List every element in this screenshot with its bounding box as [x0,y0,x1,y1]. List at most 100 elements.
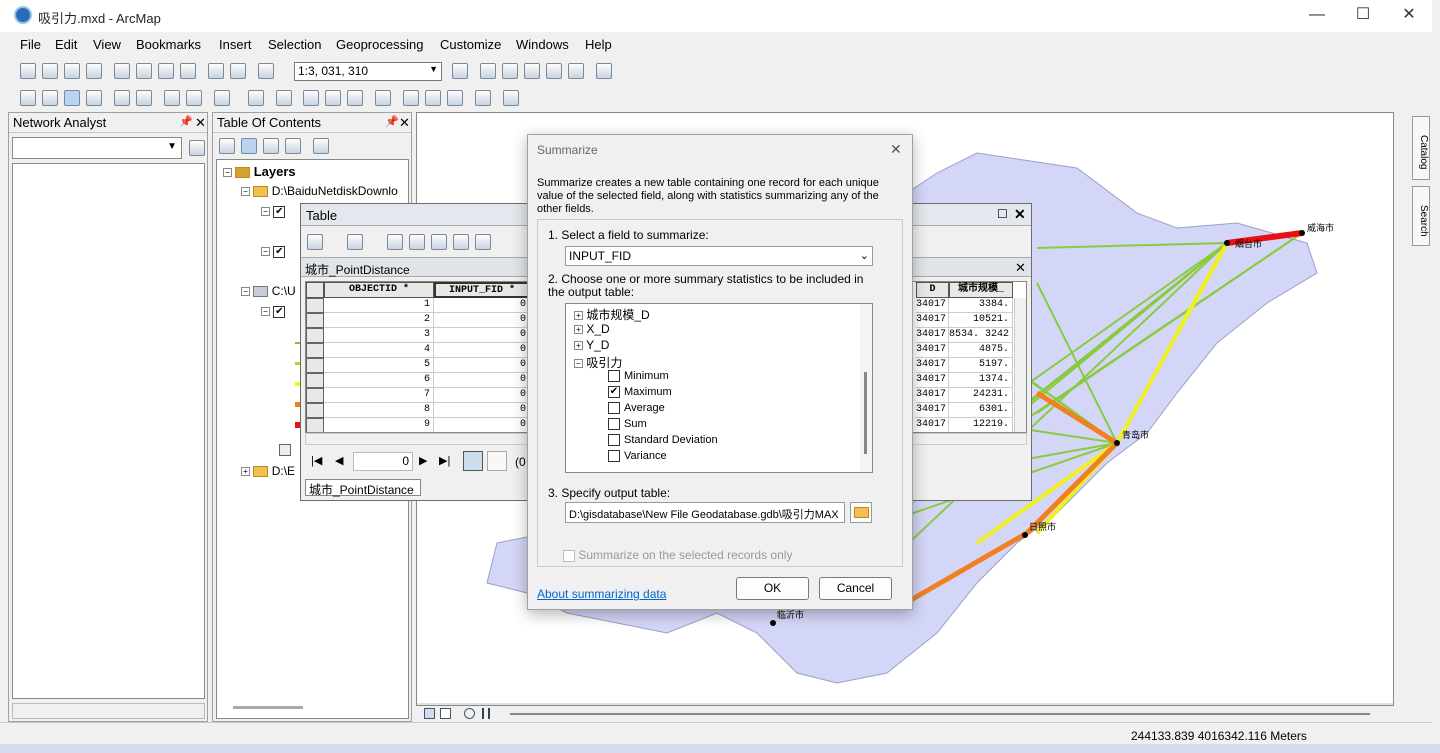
output-table-input[interactable]: D:\gisdatabase\New File Geodatabase.gdb\… [565,502,845,523]
column-header-input-fid[interactable]: INPUT_FID * [434,282,530,298]
cancel-button[interactable]: Cancel [819,577,892,600]
cell-input-fid[interactable]: 0 [434,343,530,358]
table-vertical-scrollbar[interactable] [1014,298,1026,432]
next-record-icon[interactable]: ▶ [419,454,427,467]
cell-input-fid[interactable]: 0 [434,418,530,432]
maximize-icon[interactable]: ☐ [997,207,1008,221]
toc-scrollbar[interactable] [233,706,303,709]
selected-records-checkbox[interactable] [563,549,575,562]
minimize-icon[interactable]: — [1294,4,1340,28]
select-by-attributes-icon[interactable] [387,234,403,250]
collapse-icon[interactable]: − [261,307,270,317]
collapse-icon[interactable]: − [223,168,232,178]
layer-node[interactable]: − ✔ [261,304,286,318]
print-icon[interactable] [86,63,102,79]
data-view-icon[interactable] [424,708,435,719]
add-data-icon[interactable] [258,63,274,79]
cell-objectid[interactable]: 7 [324,388,434,403]
menu-bookmarks[interactable]: Bookmarks [136,37,201,52]
statistics-tree[interactable]: + 城市规模_D + X_D + Y_D − 吸引力 Minimum ✔ Maxim… [565,303,873,473]
stat-option-variance[interactable]: Variance [608,450,667,463]
row-selector[interactable] [306,403,324,418]
stat-option-minimum[interactable]: Minimum [608,370,669,383]
fixed-zoom-in-icon[interactable] [114,90,130,106]
folder-node[interactable]: + D:\E [241,464,295,478]
cell-objectid[interactable]: 3 [324,328,434,343]
collapse-icon[interactable]: − [261,207,270,217]
network-analyst-scrollbar[interactable] [12,703,205,719]
cell-objectid[interactable]: 4 [324,343,434,358]
stat-option-average[interactable]: Average [608,402,665,415]
cell-d[interactable]: 34017 [916,298,949,313]
ok-button[interactable]: OK [736,577,809,600]
stat-checkbox[interactable] [608,450,620,463]
cell-input-fid[interactable]: 0 [434,298,530,313]
field-node-attraction[interactable]: − 吸引力 [574,354,622,371]
layers-node[interactable]: − Layers [223,164,296,179]
cell-d[interactable]: 34017 [916,403,949,418]
stat-option-sum[interactable]: Sum [608,418,647,431]
field-node-city-scale[interactable]: + 城市规模_D [574,306,650,323]
select-elements-icon[interactable] [276,90,292,106]
table-bottom-tab[interactable]: 城市_PointDistance [305,479,421,497]
about-summarizing-link[interactable]: About summarizing data [537,587,666,601]
cell-city-scale[interactable]: 3384. 49405 [949,298,1013,324]
close-icon[interactable]: ✕ [1386,4,1432,28]
cell-city-scale[interactable]: 8534. 3242 [949,328,1013,343]
undo-icon[interactable] [208,63,224,79]
viewer-icon[interactable] [503,90,519,106]
row-selector[interactable] [306,358,324,373]
cell-city-scale[interactable]: 4875. 99620 [949,343,1013,369]
select-features-icon[interactable] [214,90,230,106]
close-icon[interactable]: ✕ [890,141,902,158]
cell-d[interactable]: 34017 [916,388,949,403]
list-by-selection-icon[interactable] [285,138,301,154]
cell-input-fid[interactable]: 0 [434,328,530,343]
new-document-icon[interactable] [20,63,36,79]
layer-visibility-checkbox[interactable]: ✔ [273,305,286,318]
expand-icon[interactable]: + [574,341,583,351]
column-header-objectid[interactable]: OBJECTID * [324,282,434,298]
cell-objectid[interactable]: 2 [324,313,434,328]
menu-edit[interactable]: Edit [55,37,77,52]
menu-file[interactable]: File [20,37,41,52]
menu-help[interactable]: Help [585,37,612,52]
stat-option-standard-deviation[interactable]: Standard Deviation [608,434,718,447]
stat-checkbox[interactable] [608,370,620,383]
switch-selection-icon[interactable] [409,234,425,250]
column-header-city-scale[interactable]: 城市规模_ [949,282,1013,298]
menu-view[interactable]: View [93,37,121,52]
field-node-y-d[interactable]: + Y_D [574,338,609,352]
browse-folder-button[interactable] [850,502,872,523]
network-analyst-combobox[interactable]: ▼ [12,137,182,159]
cell-input-fid[interactable]: 0 [434,388,530,403]
layer-node[interactable]: − ✔ [261,244,286,258]
cut-icon[interactable] [114,63,130,79]
row-selector[interactable] [306,328,324,343]
list-by-visibility-icon[interactable] [263,138,279,154]
row-selector[interactable] [306,343,324,358]
menu-selection[interactable]: Selection [268,37,321,52]
zoom-in-icon[interactable] [20,90,36,106]
delete-icon[interactable] [180,63,196,79]
copy-icon[interactable] [136,63,152,79]
model-builder-icon[interactable] [596,63,612,79]
pause-drawing-icon[interactable] [482,708,490,719]
stat-checkbox[interactable] [608,402,620,415]
time-slider-icon[interactable] [475,90,491,106]
stat-option-maximum[interactable]: ✔ Maximum [608,386,672,399]
cell-input-fid[interactable]: 0 [434,373,530,388]
field-node-x-d[interactable]: + X_D [574,322,610,336]
show-selected-records-icon[interactable] [487,451,507,471]
editor-icon[interactable] [452,63,468,79]
collapse-icon[interactable]: − [574,359,583,369]
find-route-icon[interactable] [425,90,441,106]
first-record-icon[interactable]: |◀ [311,454,322,467]
stat-checkbox[interactable]: ✔ [608,386,620,399]
full-extent-icon[interactable] [86,90,102,106]
menu-geoprocessing[interactable]: Geoprocessing [336,37,423,52]
stat-checkbox[interactable] [608,434,620,447]
goto-xy-icon[interactable] [447,90,463,106]
stat-checkbox[interactable] [608,418,620,431]
cell-city-scale[interactable]: 10521. 7661 [949,313,1013,339]
